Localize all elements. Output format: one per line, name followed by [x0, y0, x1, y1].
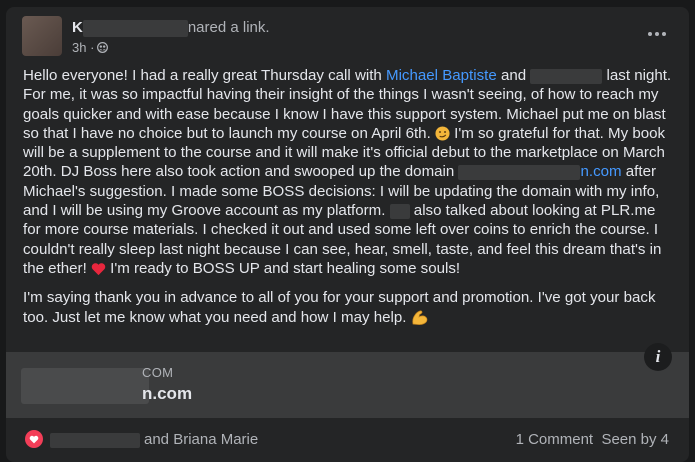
redacted-preview-domain [21, 368, 149, 404]
post-paragraph-1: Hello everyone! I had a really great Thu… [23, 66, 673, 278]
redacted-reactor [50, 432, 140, 448]
friends-icon[interactable] [97, 42, 109, 53]
reactors-list[interactable]: and Briana Marie [50, 431, 258, 448]
redacted-mention[interactable] [530, 68, 603, 84]
post-footer: and Briana Marie 1 Comment Seen by 4 [6, 418, 689, 462]
post-meta: 3h · [72, 40, 109, 55]
link-domain-small: COM [142, 365, 174, 380]
more-options-button[interactable] [645, 27, 669, 41]
post-card: Knared a link. 3h · Hello everyone! I ha… [6, 7, 689, 462]
mention-michael-baptiste[interactable]: Michael Baptiste [386, 67, 497, 84]
seen-by-count[interactable]: Seen by 4 [601, 431, 669, 448]
author-name[interactable]: K [72, 19, 83, 36]
link-preview[interactable]: i COM n.com [6, 343, 689, 418]
post-paragraph-2: I'm saying thank you in advance to all o… [23, 288, 673, 327]
red-heart-emoji [91, 263, 106, 276]
flexed-biceps-emoji [412, 310, 427, 325]
author-avatar[interactable] [22, 16, 62, 56]
smirk-emoji [435, 126, 450, 141]
info-icon[interactable]: i [644, 343, 672, 371]
text-segment: and [496, 67, 531, 84]
post-action-text: nared a link. [187, 19, 270, 36]
reactors-text: and Briana Marie [144, 431, 259, 448]
more-horizontal-icon [648, 32, 652, 36]
post-body: Hello everyone! I had a really great Thu… [23, 66, 673, 337]
post-header: Knared a link. 3h · [6, 7, 689, 71]
love-reaction-icon[interactable] [25, 430, 43, 448]
author-line: Knared a link. [72, 19, 270, 37]
post-stats: 1 Comment Seen by 4 [516, 431, 669, 448]
heart-glyph-icon [29, 435, 39, 443]
redacted-domain [458, 165, 581, 180]
post-timestamp[interactable]: 3h · [72, 40, 94, 55]
more-dot [655, 32, 659, 36]
redacted-name-2 [389, 203, 410, 219]
domain-link[interactable]: n.com [580, 163, 621, 180]
text-segment: I'm saying thank you in advance to all o… [23, 289, 656, 326]
text-segment: Hello everyone! I had a really great Thu… [23, 67, 386, 84]
text-segment: I'm ready to BOSS UP and start healing s… [105, 259, 461, 277]
redacted-name [82, 19, 188, 37]
more-dot [662, 32, 666, 36]
link-domain-title[interactable]: n.com [142, 384, 192, 404]
comment-count[interactable]: 1 Comment [516, 431, 594, 448]
